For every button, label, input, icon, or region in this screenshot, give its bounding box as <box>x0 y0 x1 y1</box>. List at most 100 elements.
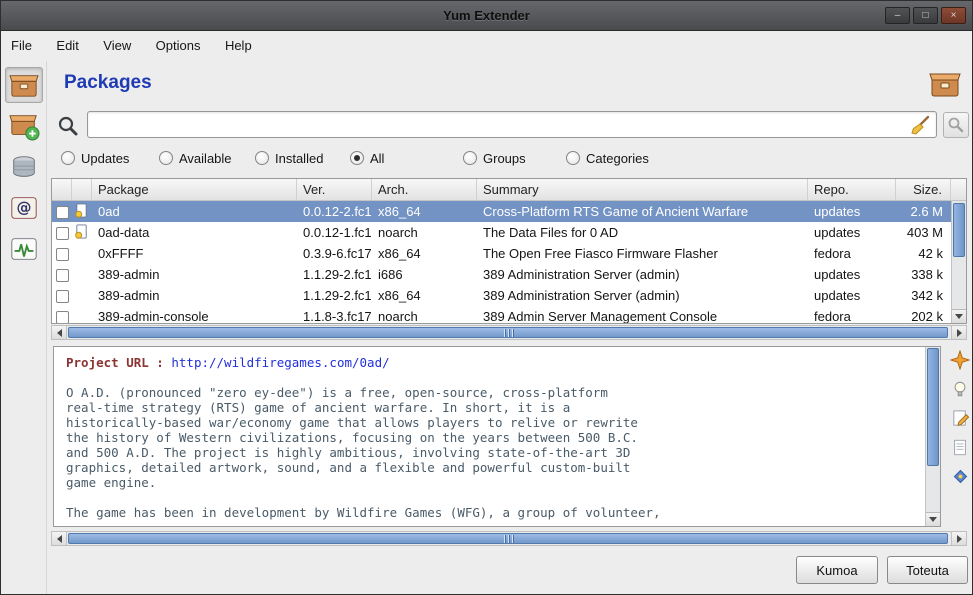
scroll-right-arrow[interactable] <box>951 532 966 545</box>
radio-categories[interactable]: Categories <box>566 149 649 167</box>
changelog-pencil-icon[interactable] <box>949 407 971 429</box>
scrollbar-thumb[interactable] <box>68 327 948 338</box>
row-checkbox[interactable] <box>56 269 69 282</box>
pkg-repo: fedora <box>808 309 896 323</box>
pkg-name: 389-admin <box>92 288 297 303</box>
row-cell <box>52 204 72 219</box>
col-header-repo[interactable]: Repo. <box>808 179 896 200</box>
radio-circle <box>61 151 75 165</box>
pkg-name: 0xFFFF <box>92 246 297 261</box>
search-options-button[interactable] <box>943 112 969 138</box>
selection-star-icon[interactable] <box>949 349 971 371</box>
description-vertical-scrollbar[interactable] <box>925 347 940 526</box>
sidebar-item-history[interactable] <box>5 231 43 267</box>
table-row[interactable]: 389-admin-console 1.1.8-3.fc17 noarch 38… <box>52 306 966 323</box>
radio-label: Categories <box>586 151 649 166</box>
undo-button[interactable]: Kumoa <box>796 556 878 584</box>
col-header-package[interactable]: Package <box>92 179 297 200</box>
table-row[interactable]: 0xFFFF 0.3.9-6.fc17 x86_64 The Open Free… <box>52 243 966 264</box>
group-container-icon <box>9 152 39 182</box>
package-update-icon <box>74 203 89 218</box>
titlebar[interactable]: Yum Extender – □ × <box>1 1 972 31</box>
scroll-left-arrow[interactable] <box>52 532 67 545</box>
menu-view[interactable]: View <box>93 31 141 60</box>
radio-available[interactable]: Available <box>159 149 232 167</box>
radio-groups[interactable]: Groups <box>463 149 526 167</box>
project-url-label: Project URL : <box>66 355 164 370</box>
dependencies-diamond-icon[interactable] <box>949 465 971 487</box>
radio-all[interactable]: All <box>350 149 384 167</box>
pkg-version: 0.0.12-1.fc17 <box>297 225 372 240</box>
table-row[interactable]: 389-admin 1.1.29-2.fc17 x86_64 389 Admin… <box>52 285 966 306</box>
filelist-page-icon[interactable] <box>949 436 971 458</box>
radio-circle <box>350 151 364 165</box>
sidebar-item-groups[interactable] <box>5 149 43 185</box>
table-row[interactable]: 0ad-data 0.0.12-1.fc17 noarch The Data F… <box>52 222 966 243</box>
minimize-button[interactable]: – <box>885 7 910 24</box>
description-bulb-icon[interactable] <box>949 378 971 400</box>
scrollbar-thumb[interactable] <box>927 348 939 466</box>
scroll-right-arrow[interactable] <box>951 326 966 339</box>
table-horizontal-scrollbar[interactable] <box>51 325 967 340</box>
col-header-arch[interactable]: Arch. <box>372 179 477 200</box>
col-header-version[interactable]: Ver. <box>297 179 372 200</box>
pkg-version: 0.3.9-6.fc17 <box>297 246 372 261</box>
radio-circle <box>255 151 269 165</box>
close-button[interactable]: × <box>941 7 966 24</box>
scroll-left-arrow[interactable] <box>52 326 67 339</box>
clear-search-broom-icon[interactable] <box>909 114 931 136</box>
pkg-arch: x86_64 <box>372 246 477 261</box>
bottom-horizontal-scrollbar[interactable] <box>51 531 967 546</box>
radio-label: Updates <box>81 151 129 166</box>
col-header-size[interactable]: Size. <box>896 179 951 200</box>
menu-help[interactable]: Help <box>215 31 262 60</box>
scroll-down-arrow[interactable] <box>952 309 966 323</box>
search-input[interactable] <box>87 111 937 138</box>
scrollbar-track[interactable] <box>67 532 951 545</box>
row-cell <box>52 288 72 303</box>
radio-label: All <box>370 151 384 166</box>
row-checkbox[interactable] <box>56 290 69 303</box>
row-cell <box>72 203 92 221</box>
package-box-icon <box>8 71 40 99</box>
table-vertical-scrollbar[interactable] <box>951 201 966 323</box>
window-title: Yum Extender <box>443 8 530 23</box>
col-header-summary[interactable]: Summary <box>477 179 808 200</box>
row-cell <box>52 246 72 261</box>
scrollbar-thumb[interactable] <box>953 203 965 257</box>
sidebar-item-pending-actions[interactable] <box>5 108 43 144</box>
sidebar-item-packages[interactable] <box>5 67 43 103</box>
at-symbol-icon: @ <box>9 193 39 223</box>
radio-installed[interactable]: Installed <box>255 149 323 167</box>
pkg-summary: Cross-Platform RTS Game of Ancient Warfa… <box>477 204 808 219</box>
apply-button[interactable]: Toteuta <box>887 556 968 584</box>
sidebar-item-repositories[interactable]: @ <box>5 190 43 226</box>
pkg-summary: The Data Files for 0 AD <box>477 225 808 240</box>
scrollbar-thumb[interactable] <box>68 533 948 544</box>
table-row[interactable]: 0ad 0.0.12-2.fc17 x86_64 Cross-Platform … <box>52 201 966 222</box>
row-cell <box>52 267 72 282</box>
pkg-arch: noarch <box>372 309 477 323</box>
row-checkbox[interactable] <box>56 248 69 261</box>
project-url-link[interactable]: http://wildfiregames.com/0ad/ <box>171 355 389 370</box>
menu-file[interactable]: File <box>1 31 42 60</box>
pkg-arch: noarch <box>372 225 477 240</box>
radio-circle <box>566 151 580 165</box>
row-checkbox[interactable] <box>56 227 69 240</box>
package-table: Package Ver. Arch. Summary Repo. Size. 0… <box>51 178 967 324</box>
col-header-select[interactable] <box>52 179 72 200</box>
pkg-arch: x86_64 <box>372 288 477 303</box>
package-add-icon <box>8 111 40 141</box>
row-checkbox[interactable] <box>56 311 69 323</box>
maximize-button[interactable]: □ <box>913 7 938 24</box>
menu-options[interactable]: Options <box>146 31 211 60</box>
row-cell <box>72 224 92 242</box>
col-header-status[interactable] <box>72 179 92 200</box>
table-row[interactable]: 389-admin 1.1.29-2.fc17 i686 389 Adminis… <box>52 264 966 285</box>
row-checkbox[interactable] <box>56 206 69 219</box>
scrollbar-track[interactable] <box>67 326 951 339</box>
radio-label: Available <box>179 151 232 166</box>
menu-edit[interactable]: Edit <box>46 31 88 60</box>
radio-updates[interactable]: Updates <box>61 149 129 167</box>
scroll-down-arrow[interactable] <box>926 512 940 526</box>
